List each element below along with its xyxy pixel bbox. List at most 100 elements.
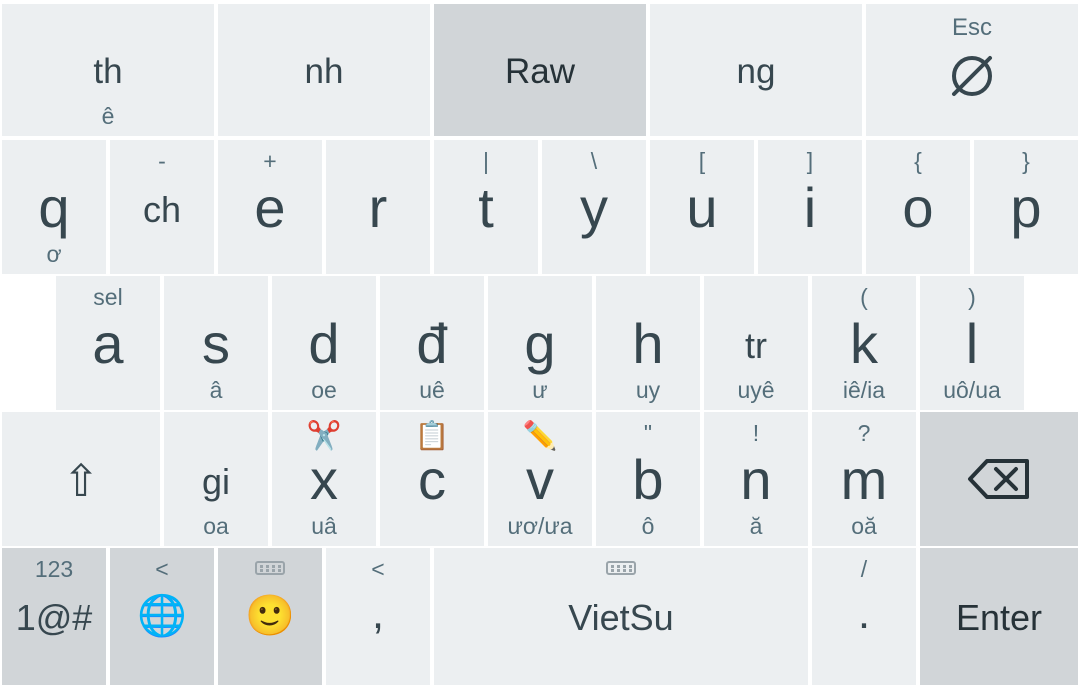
key-p[interactable]: } p xyxy=(974,140,1078,274)
suggestion-label: nh xyxy=(304,52,344,91)
key-top-hint: " xyxy=(643,420,653,446)
pencil-icon: ✏️ xyxy=(522,420,558,451)
key-i[interactable]: ] i xyxy=(758,140,862,274)
key-label: g xyxy=(524,312,556,375)
key-top-hint: + xyxy=(263,148,277,174)
language-key[interactable]: < 🌐 xyxy=(110,548,214,685)
key-label: c xyxy=(418,448,446,511)
key-bottom-hint: oa xyxy=(203,513,229,539)
key-top-hint: sel xyxy=(93,284,123,310)
key-bottom-hint: ư xyxy=(532,377,548,403)
key-label: ch xyxy=(142,189,182,230)
space-key[interactable]: VietSu xyxy=(434,548,808,685)
key-label: 1@# xyxy=(15,597,93,638)
suggestion-label: th xyxy=(93,52,123,91)
key-r[interactable]: r xyxy=(326,140,430,274)
key-s[interactable]: s â xyxy=(164,276,268,410)
key-a[interactable]: sel a xyxy=(56,276,160,410)
esc-key[interactable]: Esc xyxy=(866,4,1078,136)
suggestion-bar: th ê nh Raw ng Esc xyxy=(0,4,1080,136)
key-top-hint: / xyxy=(860,556,868,582)
esc-label: Esc xyxy=(951,14,992,41)
key-top-hint: ] xyxy=(806,148,814,174)
key-h[interactable]: h uy xyxy=(596,276,700,410)
key-bottom-hint: ơ xyxy=(46,241,62,267)
suggestion-th[interactable]: th ê xyxy=(2,4,214,136)
key-bottom-hint: oe xyxy=(311,377,337,403)
key-row-1: q ơ - ch + e r | t \ y [ u ] i {o} p xyxy=(0,140,1080,274)
comma-key[interactable]: < , xyxy=(326,548,430,685)
empty-set-icon xyxy=(952,56,992,96)
scissors-icon: ✂️ xyxy=(306,420,342,451)
key-bottom-hint: iê/ia xyxy=(842,377,886,403)
key-label: i xyxy=(803,176,817,239)
key-label: Enter xyxy=(955,597,1043,638)
key-label: p xyxy=(1010,176,1042,239)
key-row-4: 123 1@# < 🌐 🙂 < , VietSu / . Enter xyxy=(0,548,1080,685)
key-bottom-hint: ươ/ưa xyxy=(507,513,573,539)
keyboard-icon xyxy=(434,561,808,579)
key-label: . xyxy=(857,589,871,638)
key-m[interactable]: ? m oă xyxy=(812,412,916,546)
suggestion-nh[interactable]: nh xyxy=(218,4,430,136)
key-top-hint: ( xyxy=(860,284,868,310)
key-e[interactable]: + e xyxy=(218,140,322,274)
key-bottom-hint: â xyxy=(209,377,223,403)
key-label: t xyxy=(478,176,494,239)
key-x[interactable]: ✂️ x uâ xyxy=(272,412,376,546)
key-k[interactable]: ( k iê/ia xyxy=(812,276,916,410)
key-top-hint: - xyxy=(158,148,166,174)
key-v[interactable]: ✏️ v ươ/ưa xyxy=(488,412,592,546)
key-g[interactable]: g ư xyxy=(488,276,592,410)
key-bottom-hint: uâ xyxy=(311,513,337,539)
key-top-hint: ? xyxy=(857,420,871,446)
key-top-hint: } xyxy=(1022,148,1030,174)
backspace-key[interactable] xyxy=(920,412,1078,546)
key-label: l xyxy=(965,312,979,375)
key-q[interactable]: q ơ xyxy=(2,140,106,274)
symbols-key[interactable]: 123 1@# xyxy=(2,548,106,685)
key-n[interactable]: ! n ă xyxy=(704,412,808,546)
suggestion-raw[interactable]: Raw xyxy=(434,4,646,136)
key-top-hint: [ xyxy=(698,148,706,174)
backspace-icon xyxy=(968,459,1029,499)
key-dd[interactable]: đ uê xyxy=(380,276,484,410)
period-key[interactable]: / . xyxy=(812,548,916,685)
key-label: e xyxy=(254,176,286,239)
key-o[interactable]: { o xyxy=(866,140,970,274)
globe-icon: 🌐 xyxy=(137,594,187,638)
key-top-hint: 123 xyxy=(34,556,74,582)
enter-key[interactable]: Enter xyxy=(920,548,1078,685)
key-top-hint: \ xyxy=(590,148,598,174)
key-label: u xyxy=(686,176,718,239)
key-label: d xyxy=(308,312,340,375)
key-top-hint: { xyxy=(914,148,922,174)
shift-key[interactable]: ⇧ xyxy=(2,412,160,546)
key-c[interactable]: 📋 c xyxy=(380,412,484,546)
key-u[interactable]: [ u xyxy=(650,140,754,274)
key-top-hint: ! xyxy=(752,420,760,446)
key-row-2: sel a s â d oe đ uê g ư h uy tr uyê ( k xyxy=(0,276,1080,410)
key-tr[interactable]: tr uyê xyxy=(704,276,808,410)
key-gi[interactable]: gi oa xyxy=(164,412,268,546)
suggestion-ng[interactable]: ng xyxy=(650,4,862,136)
key-label: o xyxy=(902,176,934,239)
emoji-key[interactable]: 🙂 xyxy=(218,548,322,685)
key-t[interactable]: | t xyxy=(434,140,538,274)
keyboard: th ê nh Raw ng Esc q ơ - ch + e r | t \ … xyxy=(0,0,1080,689)
key-y[interactable]: \ y xyxy=(542,140,646,274)
key-label: r xyxy=(368,176,388,239)
key-label: s xyxy=(202,312,230,375)
key-bottom-hint: ô xyxy=(641,513,655,539)
key-label: v xyxy=(526,448,554,511)
key-label: , xyxy=(371,589,385,638)
clipboard-icon: 📋 xyxy=(414,420,450,451)
key-b[interactable]: " b ô xyxy=(596,412,700,546)
key-label: h xyxy=(632,312,664,375)
key-top-hint: < xyxy=(155,556,169,582)
key-l[interactable]: ) l uô/ua xyxy=(920,276,1024,410)
key-label: m xyxy=(840,448,888,511)
key-ch[interactable]: - ch xyxy=(110,140,214,274)
key-d[interactable]: d oe xyxy=(272,276,376,410)
keyboard-icon xyxy=(218,561,322,579)
